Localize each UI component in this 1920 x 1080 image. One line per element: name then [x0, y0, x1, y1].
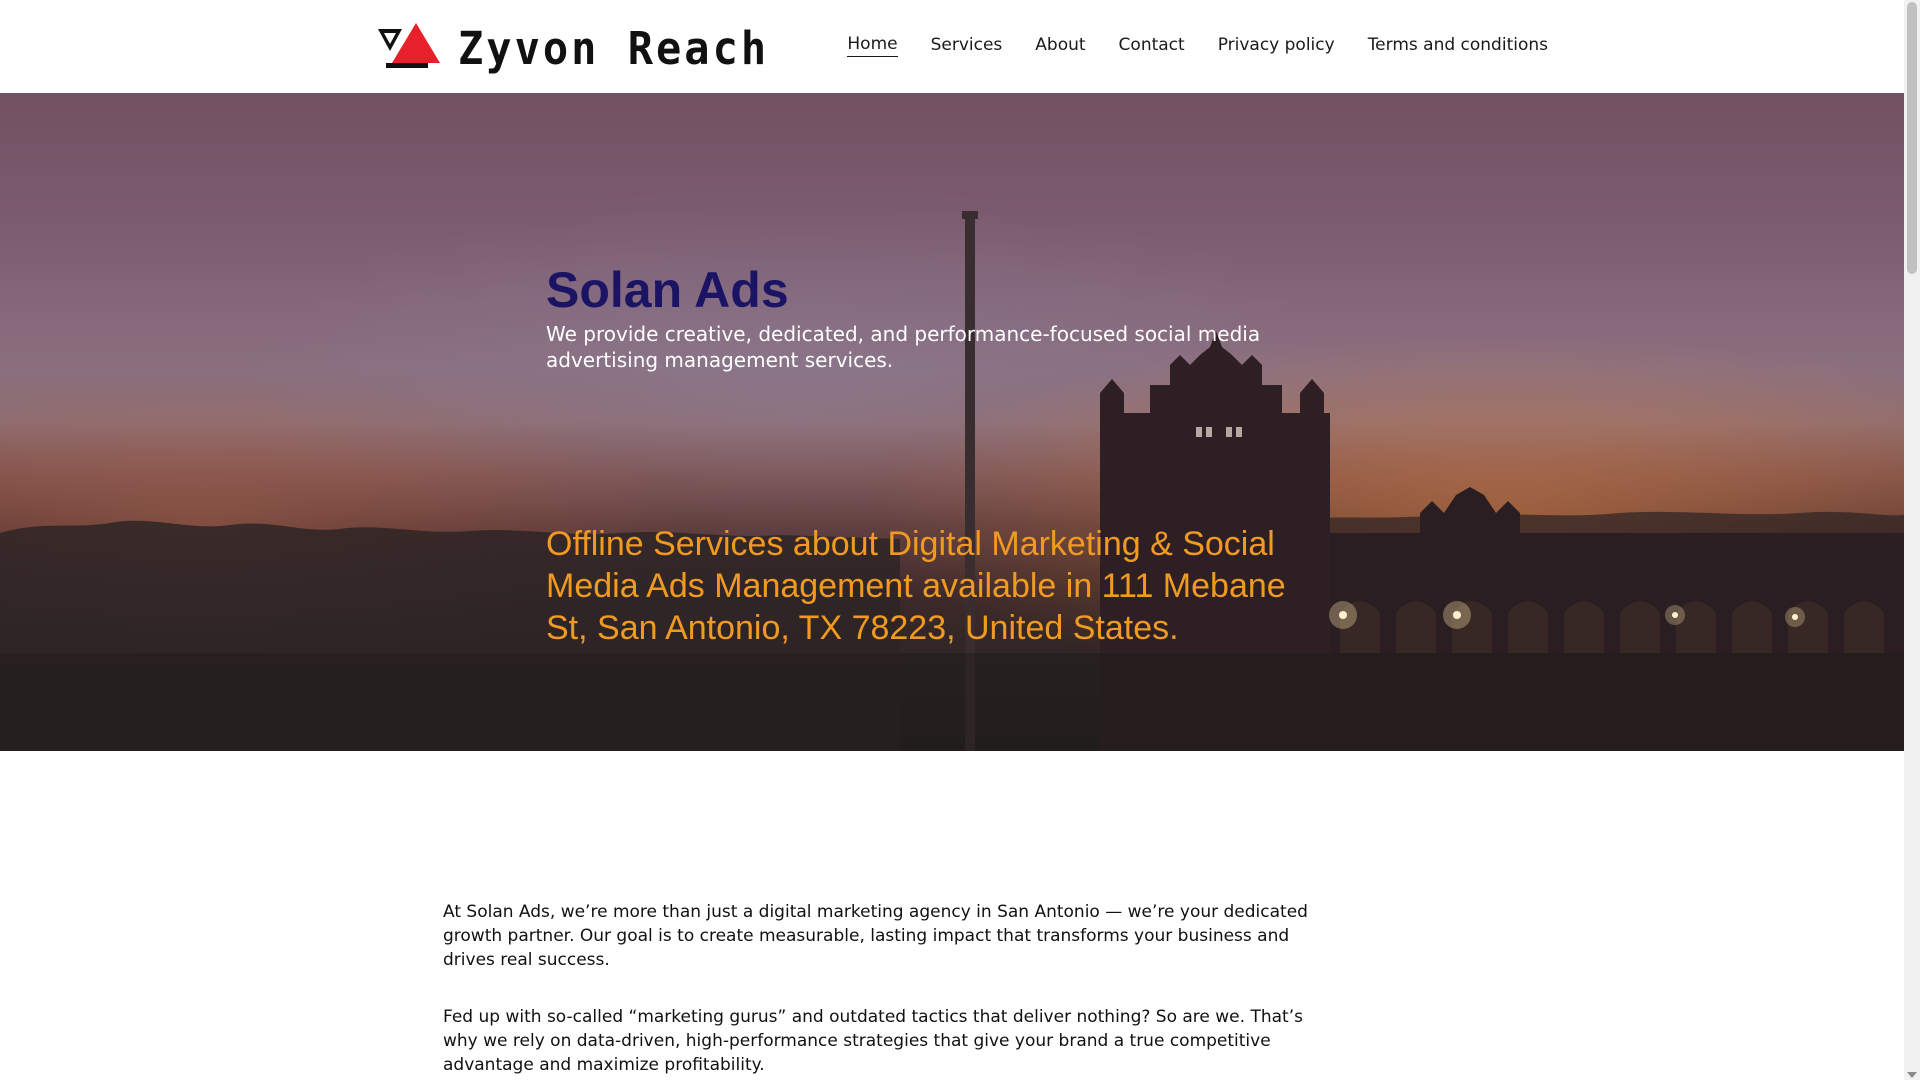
church-window	[1206, 427, 1212, 437]
main-nav: Home Services About Contact Privacy poli…	[847, 34, 1548, 57]
triangle-logo-icon	[378, 23, 440, 68]
lamp-light	[1339, 611, 1347, 619]
nav-home[interactable]: Home	[847, 34, 898, 57]
church-window	[1226, 427, 1232, 437]
nav-services[interactable]: Services	[931, 35, 1003, 57]
site-header: Zyvon Reach Home Services About Contact …	[0, 0, 1904, 93]
flagpole-top	[962, 211, 978, 219]
hero-title: Solan Ads	[546, 262, 789, 318]
church-window	[1236, 427, 1242, 437]
church-window	[1196, 427, 1202, 437]
hero-subtitle: We provide creative, dedicated, and perf…	[546, 322, 1261, 372]
scrollbar-thumb[interactable]	[1907, 2, 1917, 274]
nav-about[interactable]: About	[1035, 35, 1085, 57]
page: Zyvon Reach Home Services About Contact …	[0, 0, 1920, 1080]
hero-shadow	[0, 653, 1904, 751]
nav-privacy-policy[interactable]: Privacy policy	[1218, 35, 1335, 57]
hero-section: Solan Ads We provide creative, dedicated…	[0, 93, 1904, 751]
nav-contact[interactable]: Contact	[1119, 35, 1185, 57]
scroll-down-arrow-icon[interactable]	[1907, 1072, 1917, 1078]
nav-terms-and-conditions[interactable]: Terms and conditions	[1368, 35, 1548, 57]
lamp-light	[1672, 612, 1678, 618]
intro-paragraph: At Solan Ads, we’re more than just a dig…	[443, 902, 1308, 970]
logo-wordmark: Zyvon Reach	[458, 21, 770, 75]
site-logo[interactable]: Zyvon Reach	[378, 18, 769, 78]
lamp-light	[1792, 614, 1798, 620]
vertical-scrollbar[interactable]	[1904, 0, 1920, 1080]
strategy-paragraph: Fed up with so-called “marketing gurus” …	[443, 1007, 1303, 1075]
hero-tagline: Offline Services about Digital Marketing…	[546, 525, 1286, 647]
hero-background-image	[0, 211, 1904, 751]
about-content: At Solan Ads, we’re more than just a dig…	[443, 900, 1343, 1080]
lamp-light	[1453, 611, 1461, 619]
